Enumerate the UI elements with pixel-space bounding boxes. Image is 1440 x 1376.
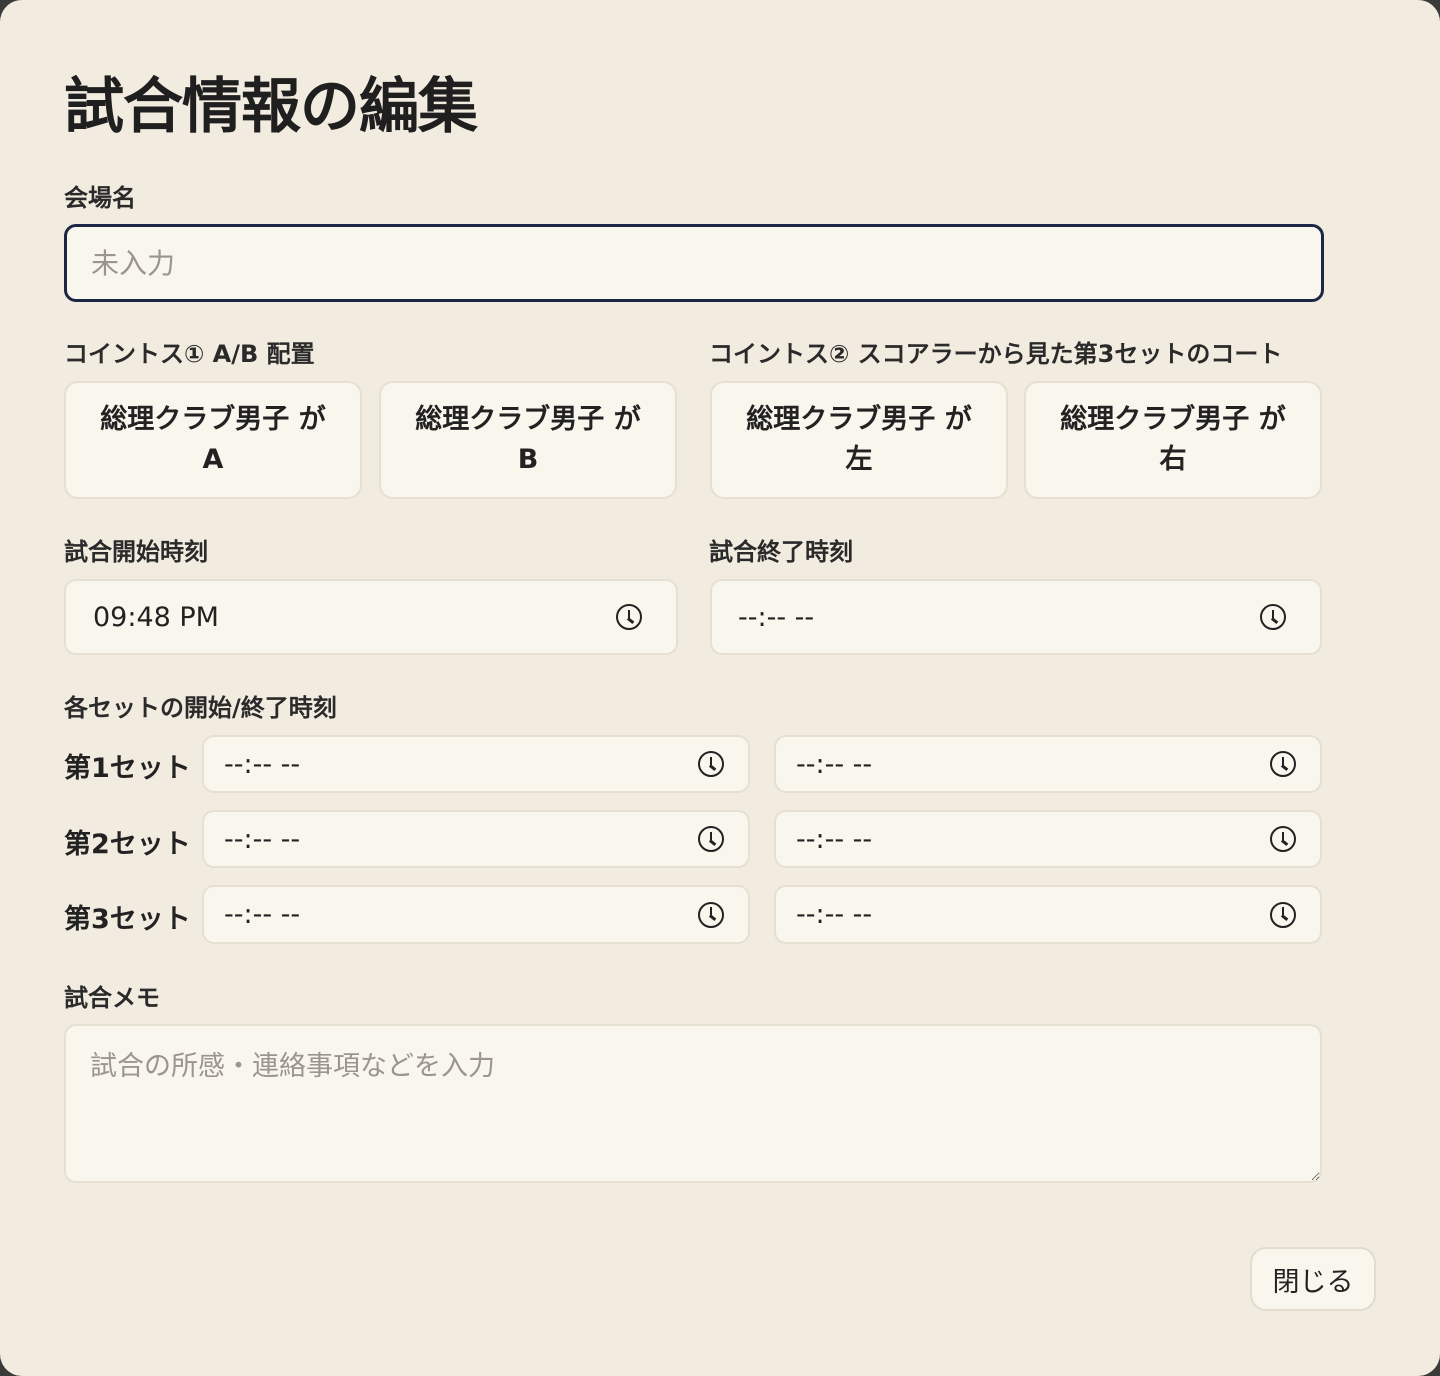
sets-label: 各セットの開始/終了時刻 bbox=[64, 694, 337, 722]
set-2-end-value: --:-- -- bbox=[796, 823, 873, 855]
option-line2: 左 bbox=[845, 444, 873, 475]
cointoss1-option-b-button[interactable]: 総理クラブ男子 が B bbox=[379, 381, 677, 499]
start-time-label: 試合開始時刻 bbox=[64, 538, 208, 566]
set-3-end-value: --:-- -- bbox=[796, 899, 873, 930]
clock-icon[interactable] bbox=[698, 751, 724, 777]
option-line2: 右 bbox=[1159, 444, 1187, 475]
option-line2: B bbox=[517, 444, 539, 475]
set-3-end-input[interactable]: --:-- -- bbox=[774, 885, 1322, 944]
clock-icon[interactable] bbox=[616, 604, 642, 630]
dialog-title: 試合情報の編集 bbox=[64, 72, 478, 142]
cointoss1-option-a-button[interactable]: 総理クラブ男子 が A bbox=[64, 381, 362, 499]
venue-label: 会場名 bbox=[64, 184, 136, 212]
option-line1: 総理クラブ男子 が bbox=[100, 404, 326, 435]
clock-icon[interactable] bbox=[1270, 826, 1296, 852]
cointoss2-label: コイントス② スコアラーから見た第3セットのコート bbox=[709, 340, 1283, 368]
set-2-start-value: --:-- -- bbox=[224, 823, 301, 855]
set-3-label: 第3セット bbox=[64, 904, 191, 935]
cointoss2-option-left-button[interactable]: 総理クラブ男子 が 左 bbox=[710, 381, 1008, 499]
set-3-start-input[interactable]: --:-- -- bbox=[202, 885, 750, 944]
set-3-start-value: --:-- -- bbox=[224, 899, 301, 930]
cointoss1-label: コイントス① A/B 配置 bbox=[64, 340, 315, 368]
close-button[interactable]: 閉じる bbox=[1250, 1247, 1376, 1311]
clock-icon[interactable] bbox=[1270, 751, 1296, 777]
end-time-input[interactable]: --:-- -- bbox=[710, 579, 1322, 655]
clock-icon[interactable] bbox=[1260, 604, 1286, 630]
set-1-end-value: --:-- -- bbox=[796, 748, 873, 780]
set-1-label: 第1セット bbox=[64, 753, 191, 784]
start-time-input[interactable]: 09:48 PM bbox=[64, 579, 678, 655]
clock-icon[interactable] bbox=[1270, 901, 1296, 928]
end-time-label: 試合終了時刻 bbox=[709, 538, 853, 566]
set-1-start-value: --:-- -- bbox=[224, 748, 301, 780]
option-line2: A bbox=[202, 444, 224, 475]
set-2-start-input[interactable]: --:-- -- bbox=[202, 810, 750, 868]
venue-input[interactable] bbox=[64, 224, 1324, 302]
set-1-start-input[interactable]: --:-- -- bbox=[202, 735, 750, 793]
option-line1: 総理クラブ男子 が bbox=[415, 404, 641, 435]
option-line1: 総理クラブ男子 が bbox=[746, 404, 972, 435]
memo-textarea[interactable] bbox=[64, 1024, 1322, 1183]
cointoss2-option-right-button[interactable]: 総理クラブ男子 が 右 bbox=[1024, 381, 1322, 499]
clock-icon[interactable] bbox=[698, 901, 724, 928]
memo-label: 試合メモ bbox=[64, 984, 160, 1012]
set-1-end-input[interactable]: --:-- -- bbox=[774, 735, 1322, 793]
clock-icon[interactable] bbox=[698, 826, 724, 852]
set-2-label: 第2セット bbox=[64, 829, 191, 860]
option-line1: 総理クラブ男子 が bbox=[1060, 404, 1286, 435]
set-2-end-input[interactable]: --:-- -- bbox=[774, 810, 1322, 868]
start-time-value: 09:48 PM bbox=[93, 601, 219, 633]
match-edit-dialog: 試合情報の編集 会場名 コイントス① A/B 配置 コイントス② スコアラーから… bbox=[0, 0, 1440, 1376]
end-time-value: --:-- -- bbox=[738, 601, 815, 633]
